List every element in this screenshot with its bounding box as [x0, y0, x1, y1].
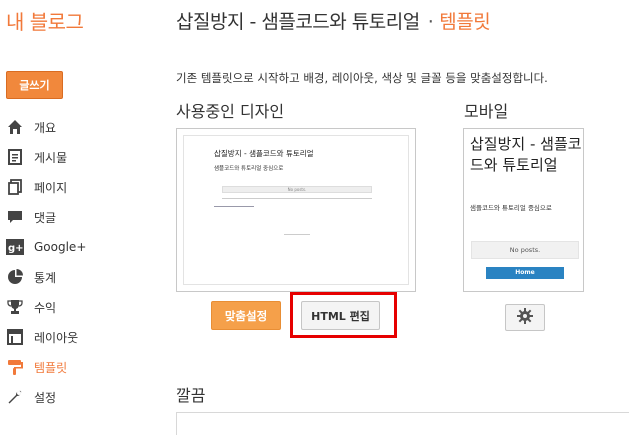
- wrench-icon: [6, 388, 24, 406]
- sidebar-item-label: 템플릿: [34, 360, 68, 375]
- sidebar-item-settings[interactable]: 설정: [6, 382, 156, 412]
- clean-theme-heading: 깔끔: [176, 386, 206, 405]
- sidebar-item-pages[interactable]: 페이지: [6, 172, 156, 202]
- mobile-preview-subtitle: 샘플코드와 튜토리얼 중심으로: [470, 204, 552, 212]
- sidebar-item-google-plus[interactable]: g+ Google+: [6, 232, 156, 262]
- preview-footer-line: [284, 234, 310, 235]
- page-title: 삽질방지 - 샘플코드와 튜토리얼 · 템플릿: [176, 7, 491, 34]
- blog-title: 삽질방지 - 샘플코드와 튜토리얼: [176, 11, 420, 33]
- preview-divider: [222, 198, 372, 199]
- stats-icon: [6, 268, 24, 286]
- preview-blog-subtitle: 샘플코드와 튜토리얼 중심으로: [214, 166, 284, 172]
- sidebar-item-posts[interactable]: 게시물: [6, 142, 156, 172]
- customize-button[interactable]: 맞춤설정: [211, 301, 281, 330]
- sidebar-item-overview[interactable]: 개요: [6, 112, 156, 142]
- gear-icon: [517, 307, 533, 328]
- sidebar-nav: 개요 게시물 페이지 댓글 g+ Google+ 통계 수익 레이아웃 템플릿 …: [6, 112, 156, 412]
- mobile-template-preview[interactable]: 삽질방지 - 샘플코드와 튜토리얼 샘플코드와 튜토리얼 중심으로 No pos…: [463, 128, 584, 292]
- comment-icon: [6, 208, 24, 226]
- sidebar-item-label: 설정: [34, 390, 57, 405]
- sidebar-item-label: 페이지: [34, 180, 68, 195]
- pages-icon: [6, 178, 24, 196]
- sidebar-item-template[interactable]: 템플릿: [6, 352, 156, 382]
- desktop-template-preview[interactable]: 삽질방지 - 샘플코드와 튜토리얼 샘플코드와 튜토리얼 중심으로 No pos…: [176, 128, 416, 292]
- layout-icon: [6, 328, 24, 346]
- sidebar-item-earnings[interactable]: 수익: [6, 292, 156, 322]
- section-title: 템플릿: [439, 11, 491, 33]
- google-plus-icon: g+: [6, 238, 24, 256]
- sidebar-item-label: 댓글: [34, 210, 57, 225]
- mobile-heading: 모바일: [464, 102, 509, 121]
- mobile-no-posts-box: No posts.: [471, 241, 579, 259]
- mobile-settings-button[interactable]: [505, 304, 545, 331]
- preview-blog-title: 삽질방지 - 샘플코드와 튜토리얼: [214, 149, 314, 158]
- svg-text:g+: g+: [8, 243, 24, 254]
- sidebar-item-label: 게시물: [34, 150, 68, 165]
- template-icon: [6, 358, 24, 376]
- sidebar-item-stats[interactable]: 통계: [6, 262, 156, 292]
- posts-icon: [6, 148, 24, 166]
- sidebar-item-label: 개요: [34, 120, 57, 135]
- mobile-home-button: Home: [486, 267, 564, 279]
- home-icon: [6, 118, 24, 136]
- template-gallery-card: [176, 412, 629, 435]
- sidebar-item-label: 레이아웃: [34, 330, 79, 345]
- sidebar-item-label: Google+: [34, 240, 87, 254]
- write-post-button[interactable]: 글쓰기: [6, 71, 63, 99]
- edit-html-button[interactable]: HTML 편집: [301, 301, 380, 330]
- sidebar-item-label: 통계: [34, 270, 57, 285]
- sidebar-item-comments[interactable]: 댓글: [6, 202, 156, 232]
- sidebar-item-layout[interactable]: 레이아웃: [6, 322, 156, 352]
- preview-text-line: [214, 206, 254, 207]
- current-design-heading: 사용중인 디자인: [176, 102, 285, 121]
- brand-title[interactable]: 내 블로그: [6, 6, 84, 35]
- preview-posts-box: No posts.: [222, 186, 372, 193]
- preview-frame: 삽질방지 - 샘플코드와 튜토리얼 샘플코드와 튜토리얼 중심으로 No pos…: [183, 135, 409, 285]
- trophy-icon: [6, 298, 24, 316]
- template-description: 기존 템플릿으로 시작하고 배경, 레이아웃, 색상 및 글꼴 등을 맞춤설정합…: [176, 71, 548, 85]
- title-separator: ·: [427, 11, 434, 33]
- sidebar-item-label: 수익: [34, 300, 57, 315]
- mobile-preview-title: 삽질방지 - 샘플코드와 튜토리얼: [470, 135, 582, 174]
